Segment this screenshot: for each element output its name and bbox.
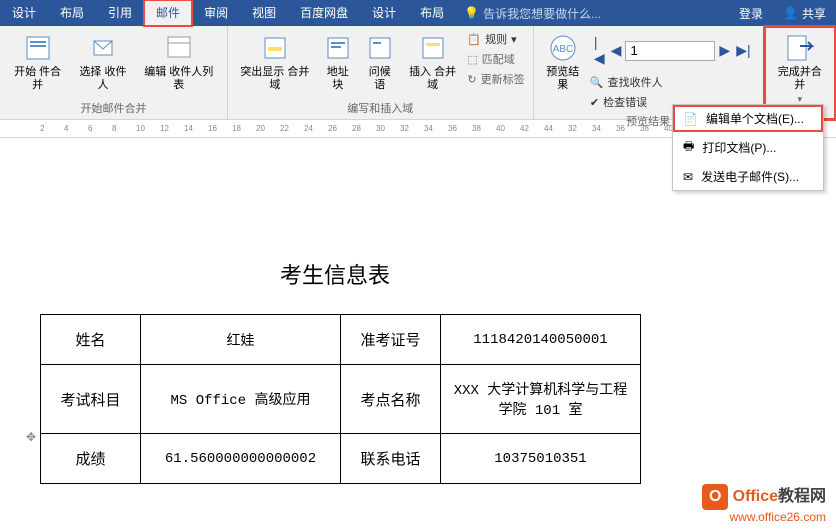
greeting-line-button[interactable]: 问候语 — [360, 30, 400, 94]
group-write-insert: 突出显示 合并域 地址块 问候语 插入 合并域 📋规则 ▾ ⬚匹配域 ↻更新标签… — [228, 26, 534, 120]
highlight-icon — [259, 32, 291, 64]
finish-icon — [784, 32, 816, 64]
refresh-icon: ↻ — [467, 73, 476, 86]
address-block-button[interactable]: 地址块 — [318, 30, 358, 94]
value-score[interactable]: 61.560000000000002 — [141, 434, 341, 484]
svg-text:ABC: ABC — [552, 44, 573, 55]
label-name: 姓名 — [41, 315, 141, 365]
match-fields-button[interactable]: ⬚匹配域 — [465, 50, 526, 68]
rules-icon: 📋 — [467, 33, 481, 46]
select-recipients-button[interactable]: 选择 收件人 — [71, 30, 134, 94]
tab-design2[interactable]: 设计 — [360, 0, 408, 26]
print-icon: 🖶 — [683, 137, 694, 158]
edit-list-icon — [163, 32, 195, 64]
check-icon: ✔ — [590, 96, 599, 109]
table-row: 姓名 红娃 准考证号 1118420140050001 — [41, 315, 641, 365]
tell-me-search[interactable]: 💡 告诉我您想要做什么... — [456, 5, 609, 22]
label-score: 成绩 — [41, 434, 141, 484]
tab-review[interactable]: 审阅 — [192, 0, 240, 26]
tab-layout[interactable]: 布局 — [48, 0, 96, 26]
value-exam-no[interactable]: 1118420140050001 — [441, 315, 641, 365]
preview-results-button[interactable]: ABC 预览结果 — [540, 30, 586, 94]
tab-baidu[interactable]: 百度网盘 — [288, 0, 360, 26]
edit-recipient-list-button[interactable]: 编辑 收件人列表 — [137, 30, 221, 94]
next-record-button[interactable]: ▶ — [717, 42, 732, 59]
menubar: 设计 布局 引用 邮件 审阅 视图 百度网盘 设计 布局 💡 告诉我您想要做什么… — [0, 0, 836, 26]
label-phone: 联系电话 — [341, 434, 441, 484]
preview-icon: ABC — [547, 32, 579, 64]
watermark: O Office教程网 www.office26.com — [702, 482, 826, 524]
email-icon: ✉ — [683, 170, 693, 184]
value-site[interactable]: XXX 大学计算机科学与工程学院 101 室 — [441, 365, 641, 434]
tab-design[interactable]: 设计 — [0, 0, 48, 26]
finish-merge-button[interactable]: 完成并合并 ▾ — [770, 30, 830, 107]
table-anchor-icon[interactable]: ✥ — [26, 430, 36, 444]
mail-merge-icon — [22, 32, 54, 64]
tell-me-placeholder: 告诉我您想要做什么... — [483, 5, 601, 22]
login-button[interactable]: 登录 — [729, 5, 773, 22]
rules-button[interactable]: 📋规则 ▾ — [465, 30, 526, 48]
update-labels-button[interactable]: ↻更新标签 — [465, 70, 526, 88]
share-icon: 👤 — [783, 6, 798, 20]
match-icon: ⬚ — [467, 53, 477, 66]
tab-references[interactable]: 引用 — [96, 0, 144, 26]
watermark-url: www.office26.com — [702, 510, 826, 524]
first-record-button[interactable]: |◀ — [592, 34, 607, 67]
group-label: 开始邮件合并 — [80, 98, 146, 118]
tab-layout2[interactable]: 布局 — [408, 0, 456, 26]
share-button[interactable]: 👤 共享 — [773, 5, 836, 22]
find-recipient-button[interactable]: 🔍查找收件人 — [588, 73, 757, 91]
label-exam-no: 准考证号 — [341, 315, 441, 365]
recipients-icon — [87, 32, 119, 64]
info-table: 姓名 红娃 准考证号 1118420140050001 考试科目 MS Offi… — [40, 314, 641, 484]
bulb-icon: 💡 — [464, 6, 479, 20]
start-mail-merge-button[interactable]: 开始 件合并 — [6, 30, 69, 94]
table-row: 成绩 61.560000000000002 联系电话 10375010351 — [41, 434, 641, 484]
search-icon: 🔍 — [590, 76, 604, 89]
value-phone[interactable]: 10375010351 — [441, 434, 641, 484]
label-site: 考点名称 — [341, 365, 441, 434]
last-record-button[interactable]: ▶| — [734, 42, 752, 59]
table-row: 考试科目 MS Office 高级应用 考点名称 XXX 大学计算机科学与工程学… — [41, 365, 641, 434]
highlight-merge-fields-button[interactable]: 突出显示 合并域 — [234, 30, 316, 94]
value-subject[interactable]: MS Office 高级应用 — [141, 365, 341, 434]
finish-merge-dropdown: 📄 编辑单个文档(E)... 🖶 打印文档(P)... ✉ 发送电子邮件(S).… — [672, 104, 824, 191]
office-logo-icon: O — [702, 484, 728, 510]
greeting-icon — [364, 32, 396, 64]
group-label: 编写和插入域 — [347, 98, 413, 118]
document-title: 考生信息表 — [30, 258, 640, 290]
insert-merge-field-button[interactable]: 插入 合并域 — [402, 30, 464, 94]
value-name[interactable]: 红娃 — [141, 315, 341, 365]
record-number-input[interactable] — [625, 41, 715, 61]
group-start-merge: 开始 件合并 选择 收件人 编辑 收件人列表 开始邮件合并 — [0, 26, 228, 120]
insert-field-icon — [417, 32, 449, 64]
prev-record-button[interactable]: ◀ — [609, 42, 624, 59]
label-subject: 考试科目 — [41, 365, 141, 434]
address-icon — [322, 32, 354, 64]
tab-view[interactable]: 视图 — [240, 0, 288, 26]
tab-mailings[interactable]: 邮件 — [144, 0, 192, 26]
edit-individual-docs-item[interactable]: 📄 编辑单个文档(E)... — [673, 105, 823, 132]
edit-doc-icon: 📄 — [683, 112, 698, 126]
send-email-item[interactable]: ✉ 发送电子邮件(S)... — [673, 163, 823, 190]
print-docs-item[interactable]: 🖶 打印文档(P)... — [673, 132, 823, 163]
